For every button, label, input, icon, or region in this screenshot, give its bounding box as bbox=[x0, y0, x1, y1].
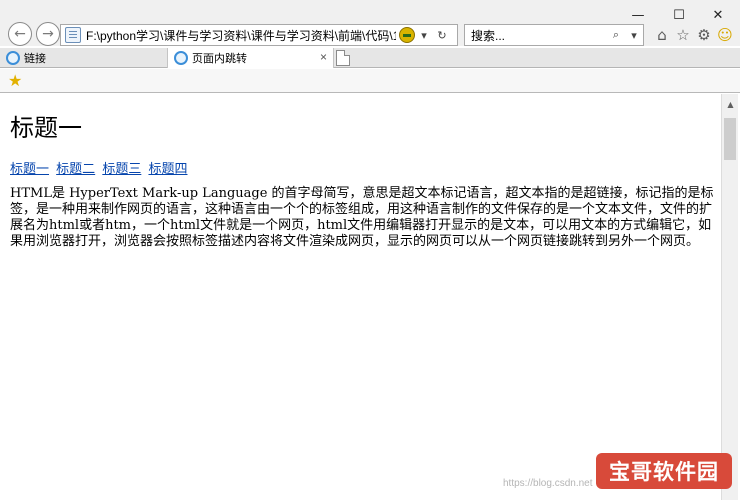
favorites-bar: ★ bbox=[0, 69, 740, 93]
smiley-icon[interactable]: ☺ bbox=[715, 25, 735, 45]
watermark-url: https://blog.csdn.net bbox=[503, 478, 593, 489]
forward-button[interactable]: → bbox=[36, 22, 60, 46]
ie-icon bbox=[174, 51, 188, 65]
forward-arrow-icon: → bbox=[42, 26, 54, 42]
page-content: 标题一 标题一 标题二 标题三 标题四 HTML是 HyperText Mark… bbox=[0, 94, 721, 500]
tab-row: 链接 页面内跳转 × bbox=[0, 48, 740, 68]
search-dropdown-icon[interactable]: ▾ bbox=[625, 25, 643, 45]
refresh-icon[interactable]: ↻ bbox=[433, 25, 451, 45]
link-heading-3[interactable]: 标题三 bbox=[102, 162, 141, 177]
watermark-logo: 宝哥软件园 bbox=[596, 453, 732, 489]
new-tab-button[interactable] bbox=[336, 50, 350, 66]
search-icon[interactable]: ⌕ bbox=[607, 25, 625, 45]
page-icon bbox=[65, 27, 81, 43]
favorites-icon[interactable]: ☆ bbox=[673, 25, 693, 45]
body-paragraph: HTML是 HyperText Mark-up Language 的首字母简写，… bbox=[10, 186, 714, 249]
maximize-button[interactable]: ☐ bbox=[661, 4, 697, 26]
link-heading-4[interactable]: 标题四 bbox=[148, 162, 187, 177]
back-button[interactable]: ← bbox=[8, 22, 32, 46]
settings-icon[interactable]: ⚙ bbox=[694, 25, 714, 45]
compatibility-view-icon[interactable] bbox=[399, 27, 415, 43]
close-window-button[interactable]: ✕ bbox=[700, 4, 736, 26]
search-input[interactable]: 搜索... bbox=[471, 27, 607, 44]
search-box[interactable]: 搜索... ⌕ ▾ bbox=[464, 24, 644, 46]
tab-label: 链接 bbox=[24, 53, 46, 65]
address-bar[interactable]: F:\python学习\课件与学习资料\课件与学习资料\前端\代码\1\007页… bbox=[60, 24, 458, 46]
vertical-scrollbar[interactable]: ▲ bbox=[721, 94, 738, 500]
page-heading: 标题一 bbox=[10, 114, 82, 142]
address-dropdown-icon[interactable]: ▾ bbox=[415, 25, 433, 45]
link-heading-1[interactable]: 标题一 bbox=[10, 162, 49, 177]
scroll-up-arrow-icon[interactable]: ▲ bbox=[722, 96, 739, 112]
back-arrow-icon: ← bbox=[14, 26, 26, 42]
tab-label: 页面内跳转 bbox=[192, 53, 247, 65]
tab-links[interactable]: 链接 bbox=[0, 48, 168, 68]
close-tab-icon[interactable]: × bbox=[320, 50, 327, 64]
add-favorite-icon[interactable]: ★ bbox=[8, 72, 26, 90]
tab-page-jump[interactable]: 页面内跳转 × bbox=[168, 48, 334, 68]
scrollbar-thumb[interactable] bbox=[724, 118, 736, 160]
ie-icon bbox=[6, 51, 20, 65]
home-icon[interactable]: ⌂ bbox=[652, 25, 672, 45]
anchor-links: 标题一 标题二 标题三 标题四 bbox=[10, 158, 190, 177]
link-heading-2[interactable]: 标题二 bbox=[56, 162, 95, 177]
minimize-button[interactable]: — bbox=[620, 4, 656, 26]
address-text[interactable]: F:\python学习\课件与学习资料\课件与学习资料\前端\代码\1\007页… bbox=[86, 27, 396, 44]
browser-toolbar: — ☐ ✕ ← → F:\python学习\课件与学习资料\课件与学习资料\前端… bbox=[0, 0, 740, 46]
